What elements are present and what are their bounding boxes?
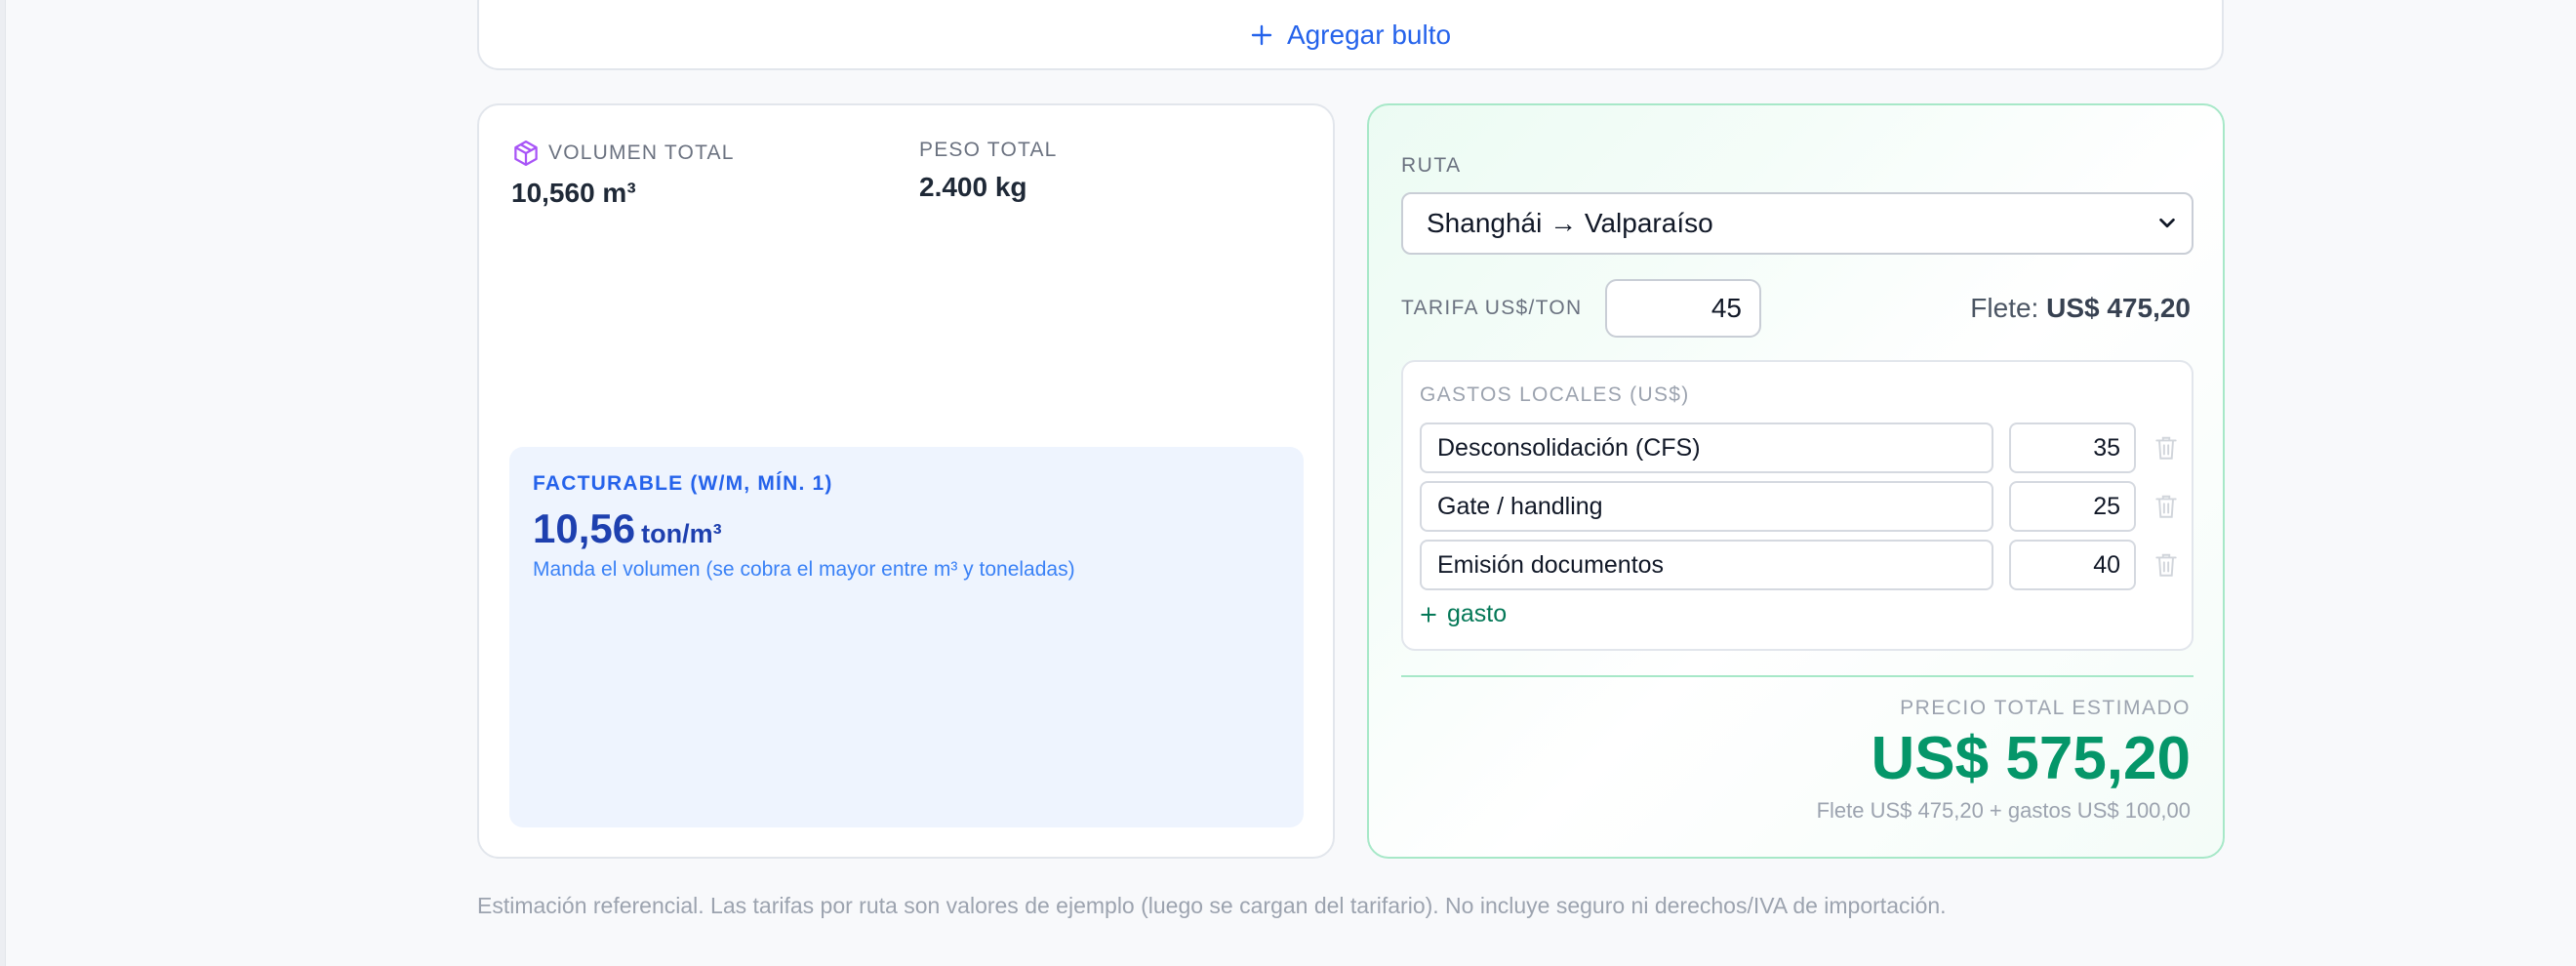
fee-row [1420,423,2181,473]
volume-label-row: VOLUMEN TOTAL [511,139,735,168]
route-card: RUTA Shanghái → Valparaíso TARIFA US$/TO… [1367,103,2225,859]
fee-row [1420,481,2181,532]
plus-icon [1421,606,1436,623]
trash-icon[interactable] [2153,493,2179,520]
route-label: RUTA [1401,154,1462,177]
add-fee-label: gasto [1447,600,1508,627]
volume-label: VOLUMEN TOTAL [548,141,735,164]
packages-card: Agregar bulto [477,0,2224,70]
rate-label: TARIFA US$/TON [1401,297,1583,319]
summary-card: VOLUMEN TOTAL 10,560 m³ PESO TOTAL 2.400… [477,103,1335,859]
fee-name-input[interactable] [1420,540,1993,590]
weight-value: 2.400 kg [919,172,1027,202]
fee-amount-input[interactable] [2009,540,2136,590]
disclaimer-text: Estimación referencial. Las tarifas por … [477,893,1947,918]
volume-value: 10,560 m³ [511,178,636,208]
cube-icon [514,141,538,166]
volume-metric: VOLUMEN TOTAL 10,560 m³ [511,139,735,209]
fee-name-input[interactable] [1420,481,1993,532]
billable-unit: ton/m³ [641,519,722,548]
divider [1401,675,2194,677]
fee-row [1420,540,2181,590]
total-price: US$ 575,20 [1871,725,2191,792]
route-selected-value: Shanghái → Valparaíso [1427,208,1713,238]
local-fees-title: GASTOS LOCALES (US$) [1420,383,1690,406]
fee-name-input[interactable] [1420,423,1993,473]
freight-value: US$ 475,20 [2046,293,2191,323]
trash-icon[interactable] [2153,551,2179,579]
plus-icon [1251,24,1272,46]
add-package-button[interactable]: Agregar bulto [1250,20,1451,51]
billable-note: Manda el volumen (se cobra el mayor entr… [533,558,1075,581]
rate-input[interactable] [1605,279,1761,338]
add-fee-button[interactable]: gasto [1420,600,1507,628]
chevron-down-icon [2159,218,2175,228]
trash-icon[interactable] [2153,434,2179,462]
freight-label: Flete: [1970,293,2039,323]
route-select[interactable]: Shanghái → Valparaíso [1401,192,2194,255]
weight-label: PESO TOTAL [919,139,1058,161]
total-breakdown: Flete US$ 475,20 + gastos US$ 100,00 [1816,798,2191,823]
total-label: PRECIO TOTAL ESTIMADO [1900,697,2191,719]
add-package-label: Agregar bulto [1286,20,1452,50]
fee-amount-input[interactable] [2009,481,2136,532]
billable-box: FACTURABLE (W/M, MÍN. 1) 10,56 ton/m³ Man… [509,447,1304,827]
billable-amount: 10,56 ton/m³ [533,505,1280,552]
billable-label: FACTURABLE (W/M, MÍN. 1) [533,472,833,495]
page-edge [0,0,6,966]
weight-metric: PESO TOTAL 2.400 kg [919,139,1058,203]
local-fees-panel: GASTOS LOCALES (US$) gasto [1401,360,2194,651]
fee-amount-input[interactable] [2009,423,2136,473]
billable-value: 10,56 [533,505,636,551]
freight-summary: Flete: US$ 475,20 [1970,293,2191,324]
